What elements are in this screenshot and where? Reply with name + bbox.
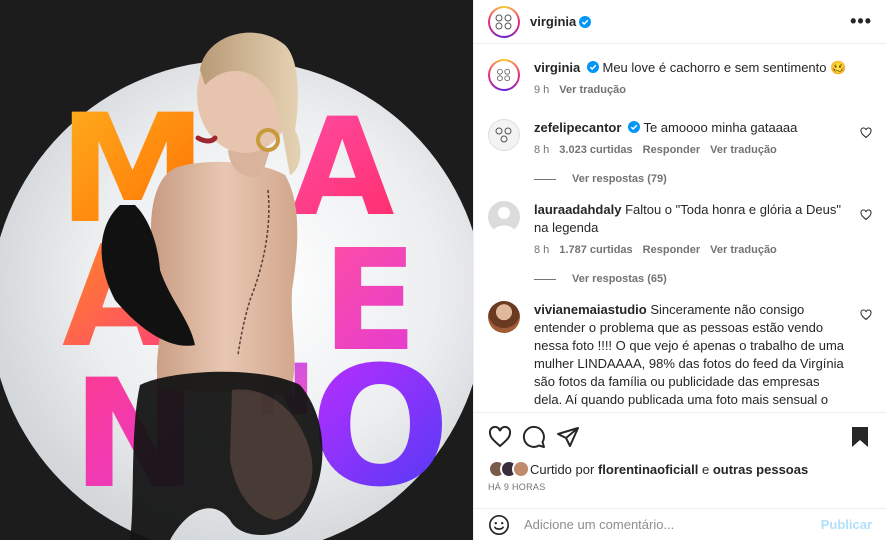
post-photo[interactable]: M A N A E N O — [0, 0, 473, 540]
liker-avatars[interactable] — [488, 460, 530, 478]
author-avatar[interactable] — [488, 5, 520, 38]
caption: virginia Meu love é cachorro e sem senti… — [488, 59, 872, 99]
liked-by: Curtido por florentinaoficiall e outras … — [488, 460, 808, 478]
author-username[interactable]: virginia — [530, 14, 576, 29]
post-timestamp[interactable]: HÁ 9 HORAS — [488, 482, 546, 492]
post-side-panel: virginia ••• virginia Meu love é cachorr… — [473, 0, 886, 540]
doodle-avatar-icon — [495, 127, 512, 143]
heart-icon[interactable] — [488, 425, 512, 449]
comment-item: lauraadahdaly Faltou o "Toda honra e gló… — [488, 201, 872, 259]
default-user-icon — [492, 207, 516, 233]
view-replies-button[interactable]: Ver respostas (65) — [534, 273, 872, 285]
publish-button[interactable]: Publicar — [821, 517, 872, 532]
caption-text: Meu love é cachorro e sem sentimento — [602, 60, 827, 75]
comment-avatar[interactable] — [488, 301, 520, 333]
doodle-avatar-icon — [497, 68, 511, 82]
bookmark-icon[interactable] — [848, 425, 872, 449]
view-replies-label: Ver respostas (65) — [572, 273, 667, 285]
post-header: virginia ••• — [474, 0, 886, 44]
comment-likes[interactable]: 1.787 curtidas — [559, 241, 632, 259]
comment-username[interactable]: vivianemaiastudio — [534, 302, 647, 317]
doodle-avatar-icon — [495, 14, 512, 29]
verified-icon — [628, 121, 641, 133]
comment-item: zefelipecantor Te amoooo minha gataaaa 8… — [488, 119, 872, 159]
comment-text: Sinceramente não consigo entender o prob… — [534, 302, 845, 412]
comment-username[interactable]: lauraadahdaly — [534, 202, 621, 217]
view-replies-button[interactable]: Ver respostas (79) — [534, 173, 872, 185]
comment-text: Te amoooo minha gataaaa — [643, 120, 798, 135]
model-figure — [101, 32, 323, 540]
liked-by-conj: e — [701, 461, 710, 477]
comment-reply-button[interactable]: Responder — [643, 141, 700, 159]
liked-by-user[interactable]: florentinaoficiall — [598, 462, 698, 477]
caption-emoji: 🥴 — [830, 60, 847, 75]
comment-avatar[interactable] — [488, 119, 520, 151]
caption-age[interactable]: 9 h — [534, 81, 549, 99]
caption-username[interactable]: virginia — [534, 60, 580, 75]
comment-translate-link[interactable]: Ver tradução — [710, 241, 777, 259]
comment-age[interactable]: 8 h — [534, 241, 549, 259]
heart-icon[interactable] — [860, 309, 872, 321]
verified-icon — [586, 61, 599, 73]
caption-avatar[interactable] — [488, 59, 520, 91]
comment-input[interactable] — [524, 517, 821, 532]
comment-username[interactable]: zefelipecantor — [534, 120, 621, 135]
comments-list[interactable]: virginia Meu love é cachorro e sem senti… — [474, 45, 886, 412]
emoji-icon[interactable] — [488, 514, 510, 536]
liked-by-others[interactable]: outras pessoas — [713, 462, 808, 477]
add-comment-bar: Publicar — [474, 508, 886, 540]
share-icon[interactable] — [556, 425, 580, 449]
heart-icon[interactable] — [860, 209, 872, 221]
view-replies-label: Ver respostas (79) — [572, 173, 667, 185]
liked-by-prefix: Curtido por — [530, 461, 595, 477]
comment-icon[interactable] — [522, 425, 546, 449]
caption-translate-link[interactable]: Ver tradução — [559, 81, 626, 99]
comment-translate-link[interactable]: Ver tradução — [710, 141, 777, 159]
comment-item: vivianemaiastudio Sinceramente não consi… — [488, 301, 872, 412]
action-bar — [474, 412, 886, 460]
comment-avatar[interactable] — [488, 201, 520, 233]
comment-age[interactable]: 8 h — [534, 141, 549, 159]
verified-icon — [579, 15, 592, 28]
more-icon[interactable]: ••• — [850, 11, 872, 32]
comment-reply-button[interactable]: Responder — [643, 241, 700, 259]
heart-icon[interactable] — [860, 127, 872, 139]
comment-likes[interactable]: 3.023 curtidas — [559, 141, 632, 159]
